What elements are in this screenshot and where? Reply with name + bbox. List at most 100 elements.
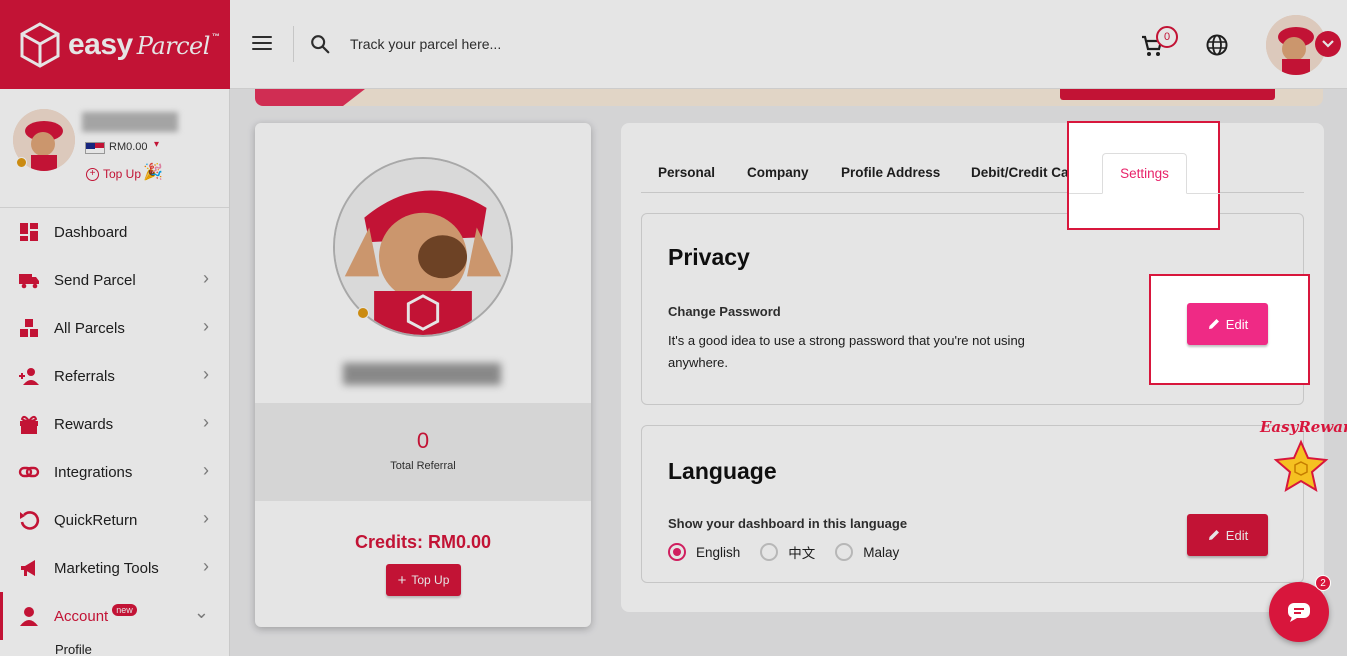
promo-banner[interactable] — [255, 89, 1323, 106]
language-section: Language Show your dashboard in this lan… — [641, 425, 1304, 583]
brand-tm: ™ — [211, 31, 220, 41]
language-title: Language — [668, 458, 777, 484]
sidebar-item-account[interactable]: Account new ⌄ — [0, 592, 229, 640]
party-popper-icon: 🎉 — [143, 164, 163, 181]
banner-button[interactable] — [1060, 89, 1275, 100]
chevron-right-icon: › — [203, 364, 209, 384]
credits-balance: Credits: RM0.00 — [354, 532, 492, 552]
gift-icon — [18, 413, 40, 435]
language-options: English 中文 Malay — [668, 542, 919, 562]
malaysia-flag-icon — [85, 142, 105, 154]
change-password-label: Change Password — [668, 304, 781, 319]
language-edit-button[interactable]: Edit — [1187, 514, 1268, 556]
sidebar-item-label: QuickReturn — [54, 511, 138, 529]
banner-graphic — [255, 89, 365, 106]
radio-checked-icon[interactable] — [668, 543, 686, 561]
topup-button-label: Top Up — [411, 573, 450, 587]
sidebar-item-integrations[interactable]: Integrations › — [0, 448, 229, 496]
profile-card: 0 Total Referral Credits: RM0.00 + Top U… — [255, 123, 591, 627]
chevron-right-icon: › — [203, 316, 209, 336]
privacy-edit-button[interactable]: Edit — [1187, 303, 1268, 345]
cart-count-badge: 0 — [1156, 26, 1178, 48]
hamburger-menu-icon[interactable] — [250, 32, 274, 56]
brand-name: easy Parcel ™ — [68, 28, 220, 62]
sidebar-item-label: Account — [54, 607, 109, 625]
referral-label: Total Referral — [390, 460, 456, 472]
user-summary: RM0.00 ▾ + Top Up 🎉 — [0, 89, 229, 208]
sidebar-topup-link[interactable]: + Top Up — [86, 167, 141, 181]
link-icon — [18, 461, 40, 483]
user-plus-icon — [18, 365, 40, 387]
chat-icon — [1288, 603, 1310, 622]
boxes-icon — [18, 317, 40, 339]
brand-logo[interactable]: easy Parcel ™ — [0, 0, 230, 89]
sidebar-item-all-parcels[interactable]: All Parcels › — [0, 304, 229, 352]
globe-icon[interactable] — [1205, 33, 1229, 57]
user-icon — [18, 605, 40, 627]
truck-icon — [18, 269, 40, 291]
wallet-balance: RM0.00 — [109, 141, 148, 153]
profile-name-redacted — [343, 363, 501, 385]
online-status-dot — [357, 307, 369, 319]
privacy-title: Privacy — [668, 244, 750, 270]
sidebar-item-label: Dashboard — [54, 223, 128, 241]
sidebar-item-label: Marketing Tools — [54, 559, 159, 577]
tab-company[interactable]: Company — [747, 153, 809, 193]
chevron-right-icon: › — [203, 460, 209, 480]
chevron-right-icon: › — [203, 556, 209, 576]
language-option-malay[interactable]: Malay — [835, 543, 899, 561]
language-option-label: Malay — [863, 544, 900, 560]
track-parcel-input[interactable] — [340, 30, 740, 58]
easyreward-badge[interactable]: EasyReward — [1260, 418, 1347, 498]
chevron-down-icon[interactable] — [1315, 31, 1341, 57]
sidebar-item-referrals[interactable]: Referrals › — [0, 352, 229, 400]
tab-settings[interactable]: Settings — [1102, 153, 1187, 194]
settings-tab-highlight: Settings — [1067, 121, 1220, 230]
divider — [293, 26, 294, 62]
sidebar: RM0.00 ▾ + Top Up 🎉 Dashboard Send Parcel… — [0, 89, 230, 656]
chevron-down-icon: ⌄ — [193, 602, 209, 622]
tab-profile-address[interactable]: Profile Address — [841, 153, 940, 193]
online-status-dot — [16, 157, 27, 168]
cart-button[interactable]: 0 — [1140, 26, 1184, 60]
language-label: Show your dashboard in this language — [668, 516, 908, 531]
language-option-english[interactable]: English — [668, 543, 740, 561]
chat-unread-badge: 2 — [1315, 575, 1331, 591]
edit-label: Edit — [1225, 527, 1249, 543]
star-icon — [1273, 439, 1329, 493]
topup-button[interactable]: + Top Up — [386, 564, 461, 596]
radio-unchecked-icon[interactable] — [760, 543, 779, 561]
sidebar-subitem-profile[interactable]: Profile — [55, 642, 92, 656]
sidebar-item-send-parcel[interactable]: Send Parcel › — [0, 256, 229, 304]
chevron-right-icon: › — [203, 412, 209, 432]
chevron-right-icon: › — [203, 268, 209, 288]
plus-icon: + — [397, 571, 407, 589]
radio-unchecked-icon[interactable] — [835, 543, 854, 561]
sidebar-item-label: Rewards — [54, 415, 114, 433]
language-option-chinese[interactable]: 中文 — [760, 542, 815, 562]
sidebar-item-marketing-tools[interactable]: Marketing Tools › — [0, 544, 229, 592]
sidebar-item-label: Integrations — [54, 463, 133, 481]
plus-circle-icon: + — [86, 167, 99, 181]
sidebar-item-label: Referrals — [54, 367, 115, 385]
sidebar-item-quickreturn[interactable]: QuickReturn › — [0, 496, 229, 544]
return-icon — [18, 509, 40, 531]
top-bar: easy Parcel ™ 0 — [0, 0, 1347, 89]
privacy-description: It's a good idea to use a strong passwor… — [668, 333, 1025, 370]
pencil-icon — [1208, 530, 1219, 540]
user-name-redacted — [82, 112, 178, 132]
chat-button[interactable] — [1269, 582, 1329, 642]
dashboard-icon — [18, 221, 40, 243]
chevron-down-icon[interactable]: ▾ — [154, 139, 159, 150]
sidebar-item-label: All Parcels — [54, 319, 125, 337]
tab-debit-credit-card[interactable]: Debit/Credit Card — [971, 153, 1082, 193]
pencil-icon — [1208, 319, 1219, 329]
sidebar-item-rewards[interactable]: Rewards › — [0, 400, 229, 448]
sidebar-item-dashboard[interactable]: Dashboard — [0, 208, 229, 256]
chevron-right-icon: › — [203, 508, 209, 528]
search-icon[interactable] — [309, 33, 331, 55]
language-option-label: English — [696, 544, 741, 560]
tab-personal[interactable]: Personal — [658, 153, 715, 193]
sidebar-item-label: Send Parcel — [54, 271, 136, 289]
edit-label: Edit — [1225, 316, 1249, 332]
